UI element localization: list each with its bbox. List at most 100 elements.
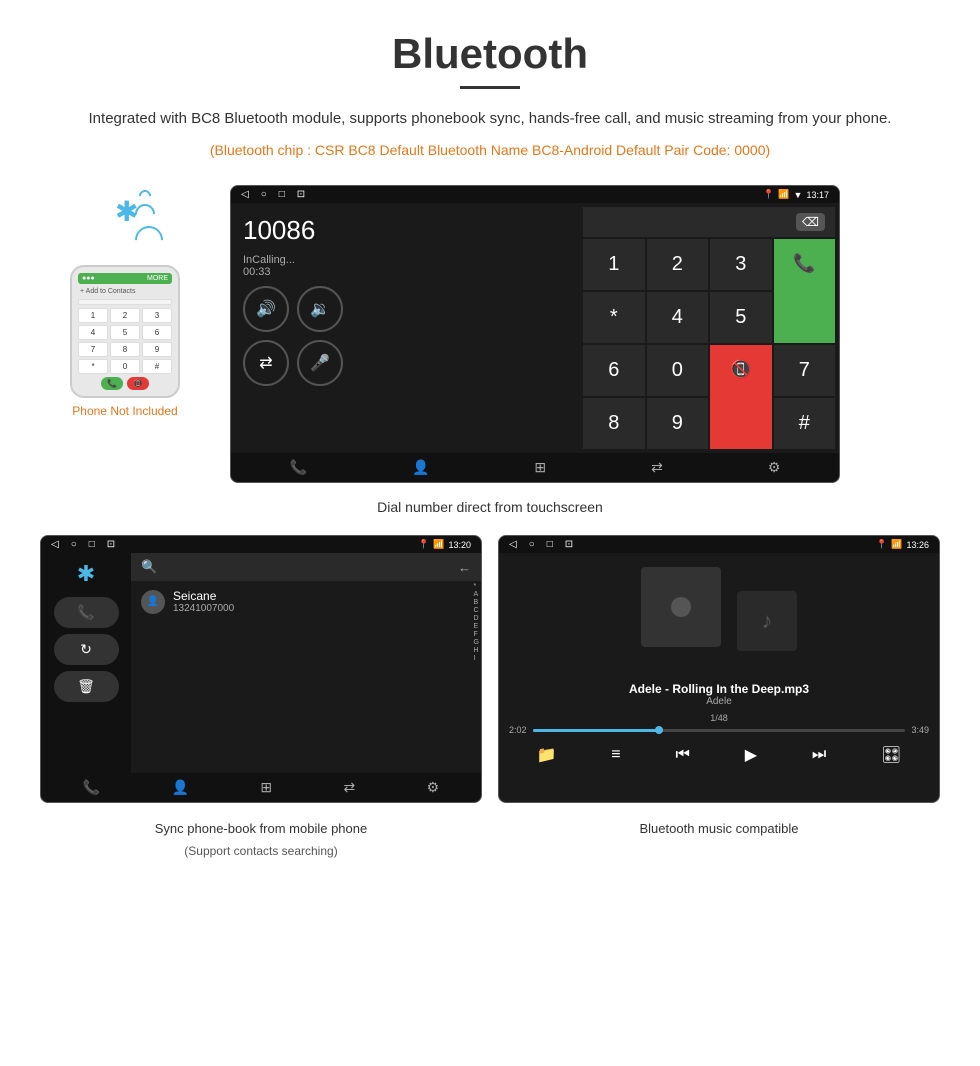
pb-nav-calls[interactable]: 📞 xyxy=(83,779,100,796)
music-home-icon: ○ xyxy=(529,539,535,550)
music-track-count: 1/48 xyxy=(509,713,929,723)
dial-ctrl-row-1: 🔊 🔉 xyxy=(243,286,567,332)
pb-contact-info: Seicane 13241007000 xyxy=(173,589,234,614)
progress-bar[interactable] xyxy=(533,729,906,732)
phone-mockup: ●●● MORE + Add to Contacts 1 2 3 4 5 6 7… xyxy=(70,265,180,398)
music-play-icon[interactable]: ▶ xyxy=(745,745,757,765)
music-next-icon[interactable]: ⏭ xyxy=(812,746,826,764)
pb-contact-avatar: 👤 xyxy=(141,590,165,614)
pb-alphabet-index: * A B C D E F G H I xyxy=(474,583,479,662)
pb-time: 13:20 xyxy=(448,540,471,550)
key-hash[interactable]: # xyxy=(774,398,836,449)
pb-screenshot-icon: ⊡ xyxy=(107,539,115,550)
phonebook-caption-sub: (Support contacts searching) xyxy=(40,844,482,858)
key-9[interactable]: 9 xyxy=(647,398,709,449)
call-button[interactable]: 📞 xyxy=(774,239,836,343)
music-back-icon: ◁ xyxy=(509,539,517,550)
nav-keypad-icon[interactable]: ⊞ xyxy=(534,459,546,476)
pb-search-icon[interactable]: 🔍 xyxy=(141,559,157,575)
key-8[interactable]: 8 xyxy=(583,398,645,449)
pb-contact-name: Seicane xyxy=(173,589,234,603)
pb-back-arrow[interactable]: ← xyxy=(458,560,471,575)
pb-nav-keypad[interactable]: ⊞ xyxy=(260,779,272,796)
key-2[interactable]: 2 xyxy=(647,239,709,290)
phone-key: 5 xyxy=(110,325,140,340)
music-eq-icon[interactable]: 🎛 xyxy=(881,745,901,765)
key-6[interactable]: 6 xyxy=(583,345,645,396)
pb-delete-btn[interactable]: 🗑 xyxy=(54,671,119,702)
phone-key: 3 xyxy=(142,308,172,323)
music-list-icon[interactable]: ≡ xyxy=(611,746,620,764)
nav-contacts-icon[interactable]: 👤 xyxy=(412,459,429,476)
music-time: 13:26 xyxy=(906,540,929,550)
music-track-name: Adele - Rolling In the Deep.mp3 xyxy=(499,682,939,696)
pb-refresh-btn[interactable]: ↻ xyxy=(54,634,119,665)
music-signal-icon: 📶 xyxy=(891,539,902,550)
music-prev-icon[interactable]: ⏮ xyxy=(675,746,689,764)
pb-phone-btn[interactable]: 📞 xyxy=(54,597,119,628)
page-title: Bluetooth xyxy=(40,30,940,78)
pb-contact-item[interactable]: 👤 Seicane 13241007000 xyxy=(131,581,481,622)
calling-label: InCalling... 00:33 xyxy=(243,254,567,278)
phone-key: # xyxy=(142,359,172,374)
pb-bottom-nav: 📞 👤 ⊞ ⇄ ⚙ xyxy=(41,773,481,802)
music-track-info: Adele - Rolling In the Deep.mp3 Adele xyxy=(499,682,939,707)
location-icon: 📍 xyxy=(763,189,774,200)
music-folder-icon[interactable]: 📁 xyxy=(536,745,556,765)
progress-fill xyxy=(533,729,664,732)
phone-top-bar: ●●● MORE xyxy=(78,273,172,284)
bottom-row: ◁ ○ □ ⊡ 📍 📶 13:20 ✱ 📞 ↻ 🗑 xyxy=(40,535,940,803)
dial-status-icons: 📍 📶 ▼ 13:17 xyxy=(763,189,829,200)
end-call-button[interactable]: 📵 xyxy=(710,345,772,449)
dial-bottom-nav: 📞 👤 ⊞ ⇄ ⚙ xyxy=(231,453,839,482)
pb-location-icon: 📍 xyxy=(418,539,429,550)
pb-bluetooth-icon: ✱ xyxy=(77,561,95,587)
pb-nav-transfer[interactable]: ⇄ xyxy=(344,779,356,796)
title-underline xyxy=(460,86,520,89)
pb-back-icon: ◁ xyxy=(51,539,59,550)
nav-calls-icon[interactable]: 📞 xyxy=(290,459,307,476)
recents-nav-icon: □ xyxy=(279,189,285,200)
dial-nav-icons: ◁ ○ □ ⊡ xyxy=(241,189,305,200)
backspace-button[interactable]: ⌫ xyxy=(796,213,825,231)
pb-nav-settings[interactable]: ⚙ xyxy=(427,779,440,796)
music-time-total: 3:49 xyxy=(911,725,929,735)
nav-settings-icon[interactable]: ⚙ xyxy=(768,459,781,476)
progress-thumb xyxy=(655,726,663,734)
pb-nav-contacts[interactable]: 👤 xyxy=(172,779,189,796)
key-3[interactable]: 3 xyxy=(710,239,772,290)
dial-content: 10086 InCalling... 00:33 🔊 🔉 ⇄ 🎤 xyxy=(231,203,839,453)
phone-key: 8 xyxy=(110,342,140,357)
top-section: ✱ ●●● MORE + Add to Contacts 1 2 3 xyxy=(40,185,940,483)
music-status-icons: 📍 📶 13:26 xyxy=(876,539,929,550)
pb-recents-icon: □ xyxy=(89,539,95,550)
key-1[interactable]: 1 xyxy=(583,239,645,290)
phone-key: 6 xyxy=(142,325,172,340)
key-0[interactable]: 0 xyxy=(647,345,709,396)
key-4[interactable]: 4 xyxy=(647,292,709,343)
pb-main: 🔍 ← 👤 Seicane 13241007000 * A xyxy=(131,553,481,773)
mic-button[interactable]: 🎤 xyxy=(297,340,343,386)
vol-down-button[interactable]: 🔉 xyxy=(297,286,343,332)
key-7[interactable]: 7 xyxy=(774,345,836,396)
dial-ctrl-row-2: ⇄ 🎤 xyxy=(243,340,567,386)
description: Integrated with BC8 Bluetooth module, su… xyxy=(40,107,940,131)
transfer-button[interactable]: ⇄ xyxy=(243,340,289,386)
call-status-icon: 📶 xyxy=(778,189,789,200)
nav-transfer-icon[interactable]: ⇄ xyxy=(651,459,663,476)
dial-right-panel: ⌫ 1 2 3 📞 * 4 5 6 0 📵 7 8 xyxy=(579,203,839,453)
music-screenshot-icon: ⊡ xyxy=(565,539,573,550)
home-nav-icon: ○ xyxy=(261,189,267,200)
phone-end-button: 📵 xyxy=(127,377,149,390)
vol-up-button[interactable]: 🔊 xyxy=(243,286,289,332)
album-center-dot xyxy=(671,597,691,617)
pb-sidebar: ✱ 📞 ↻ 🗑 xyxy=(41,553,131,773)
music-screen: ◁ ○ □ ⊡ 📍 📶 13:26 ♪ ♪ xyxy=(498,535,940,803)
phone-keypad: 1 2 3 4 5 6 7 8 9 * 0 # xyxy=(78,308,172,374)
phone-visual: ✱ ●●● MORE + Add to Contacts 1 2 3 xyxy=(40,185,210,418)
key-star[interactable]: * xyxy=(583,292,645,343)
key-5[interactable]: 5 xyxy=(710,292,772,343)
music-nav-icons: ◁ ○ □ ⊡ xyxy=(509,539,573,550)
page-container: Bluetooth Integrated with BC8 Bluetooth … xyxy=(0,0,980,908)
phonebook-content: ✱ 📞 ↻ 🗑 🔍 ← 👤 Seicane 132 xyxy=(41,553,481,773)
